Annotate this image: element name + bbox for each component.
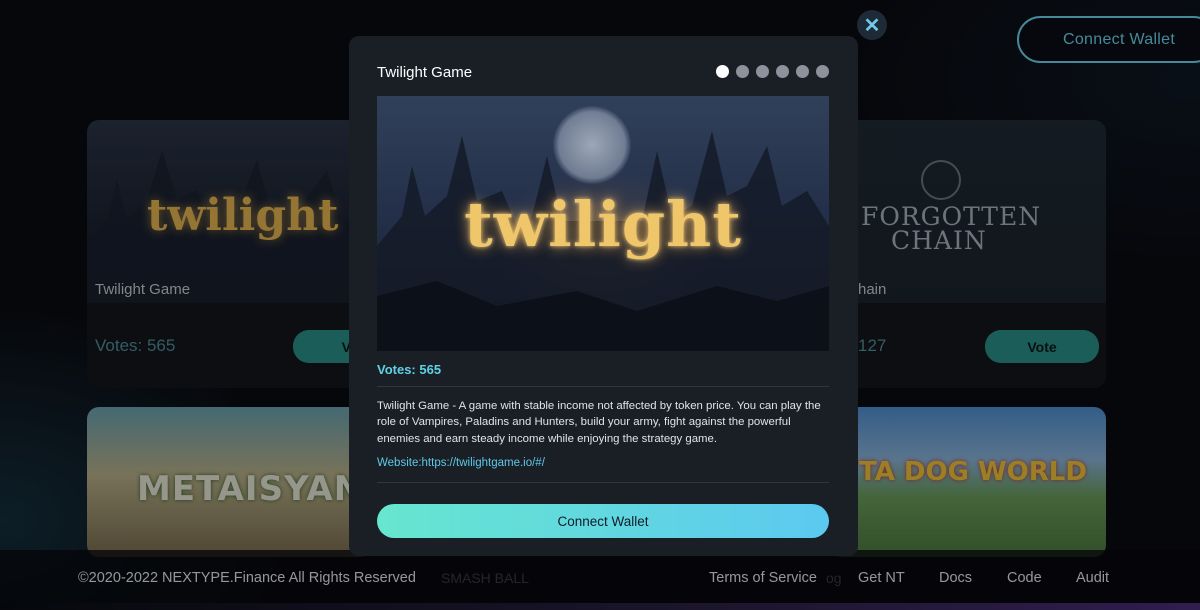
game-description: Twilight Game - A game with stable incom… [377, 400, 821, 445]
carousel-dot[interactable] [796, 65, 809, 78]
carousel-dot[interactable] [776, 65, 789, 78]
carousel-dot[interactable] [736, 65, 749, 78]
game-hero-image: twilight [377, 96, 829, 351]
modal-title: Twilight Game [377, 64, 473, 81]
modal-votes: Votes: 565 [377, 362, 442, 377]
modal-connect-wallet-button[interactable]: Connect Wallet [377, 504, 829, 538]
twilight-logo: twilight [464, 188, 742, 261]
carousel-dots [716, 65, 829, 78]
game-website-link[interactable]: Website:https://twilightgame.io/#/ [377, 457, 545, 469]
carousel-dot[interactable] [716, 65, 729, 78]
carousel-dot[interactable] [756, 65, 769, 78]
game-detail-modal: Twilight Game twilight Votes: 565 Twilig… [349, 36, 858, 556]
close-icon[interactable]: ✕ [857, 10, 887, 40]
carousel-dot[interactable] [816, 65, 829, 78]
divider [377, 386, 829, 387]
divider [377, 482, 829, 483]
